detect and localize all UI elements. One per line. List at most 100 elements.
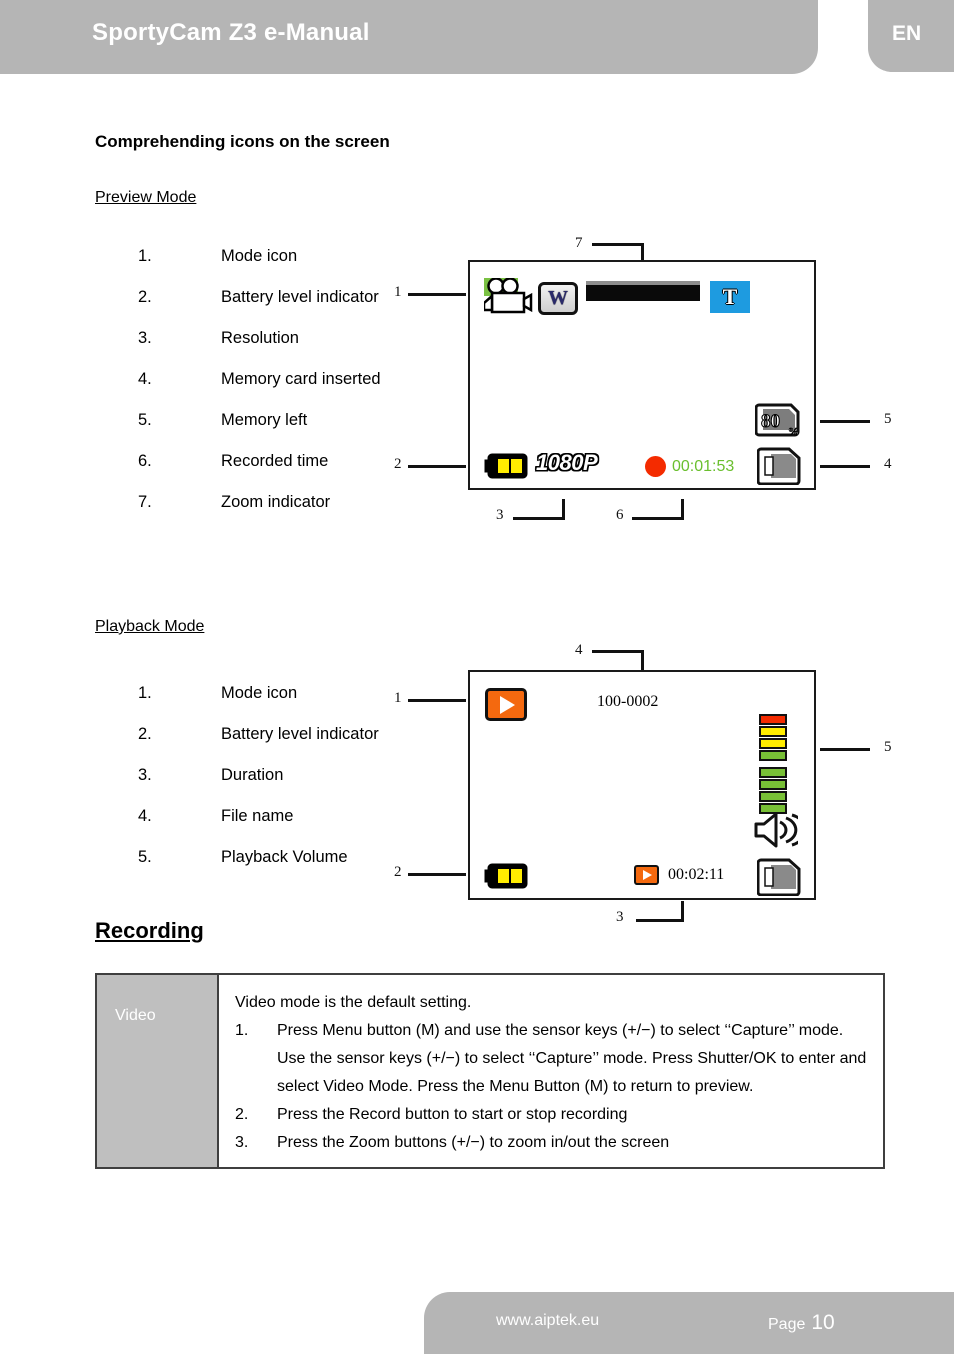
callout-leader-6-h [632, 517, 684, 520]
callout-leader-pb-2 [408, 873, 466, 876]
volume-segment [759, 738, 787, 749]
list-item-label: Memory left [221, 411, 308, 429]
zoom-bar-icon [586, 281, 700, 301]
page-title: SportyCam Z3 e-Manual [92, 19, 370, 46]
play-triangle-icon [643, 870, 652, 880]
table-step-item: 3. Press the Zoom buttons (+/−) to zoom … [235, 1129, 867, 1157]
step-text: Press the Record button to start or stop… [277, 1106, 628, 1123]
list-item-label: Resolution [221, 329, 299, 347]
callout-leader-pb-5-h [820, 748, 870, 751]
footer-page-number: 10 [811, 1311, 835, 1334]
recording-table: Video Video mode is the default setting.… [95, 973, 885, 1169]
callout-number-pb-5: 5 [884, 739, 892, 755]
list-item-number: 2. [138, 725, 152, 743]
callout-leader-4-h [820, 465, 870, 468]
playback-mode-screen: 100-0002 00:02:11 [468, 670, 816, 900]
callout-leader-pb-4-v [641, 650, 644, 670]
sd-card-icon [756, 447, 801, 486]
list-item-number: 1. [138, 684, 152, 702]
list-item-number: 6. [138, 452, 152, 470]
list-item-number: 3. [138, 766, 152, 784]
callout-leader-1 [408, 293, 466, 296]
callout-number-7: 7 [575, 235, 583, 251]
footer-page-label: Page [768, 1316, 806, 1333]
table-step-item: 2. Press the Record button to start or s… [235, 1101, 867, 1129]
camcorder-icon [482, 277, 533, 318]
callout-leader-2 [408, 465, 466, 468]
record-dot-icon [645, 456, 666, 477]
list-item-label: File name [221, 807, 294, 825]
list-item-label: Mode icon [221, 684, 298, 702]
callout-leader-pb-3-v [681, 901, 684, 922]
list-item-label: Playback Volume [221, 848, 348, 866]
callout-number-1: 1 [394, 284, 402, 300]
list-item-number: 3. [138, 329, 152, 347]
step-number: 3. [235, 1134, 249, 1151]
callout-number-6: 6 [616, 507, 624, 523]
volume-segment [759, 767, 787, 778]
list-item: 3. Duration [138, 766, 468, 807]
callout-leader-pb-3-h [636, 919, 684, 922]
preview-mode-heading: Preview Mode [95, 189, 197, 206]
list-item-label: Memory card inserted [221, 370, 381, 388]
callout-leader-3-v [562, 499, 565, 520]
callout-leader-7-h [592, 243, 644, 246]
language-tab[interactable]: EN [868, 0, 954, 72]
list-item-number: 5. [138, 411, 152, 429]
callout-leader-pb-4-h [592, 650, 644, 653]
play-triangle-icon [500, 695, 515, 714]
list-item: 5. Memory left [138, 411, 468, 452]
volume-bars-icon [759, 714, 787, 815]
callout-number-pb-1: 1 [394, 690, 402, 706]
callout-number-pb-2: 2 [394, 864, 402, 880]
list-item-label: Battery level indicator [221, 288, 379, 306]
step-number: 1. [235, 1022, 249, 1039]
table-intro-text: Video mode is the default setting. [235, 994, 472, 1011]
list-item: 7. Zoom indicator [138, 493, 468, 534]
svg-text:%: % [788, 426, 799, 438]
volume-segment [759, 791, 787, 802]
volume-segment [759, 750, 787, 761]
list-item-number: 4. [138, 370, 152, 388]
list-item: 2. Battery level indicator [138, 725, 468, 766]
list-item: 5. Playback Volume [138, 848, 468, 889]
list-item: 1. Mode icon [138, 684, 468, 725]
step-number: 2. [235, 1106, 249, 1123]
callout-leader-5-h [820, 420, 870, 423]
table-row-label: Video [115, 1007, 156, 1024]
page-footer: www.aiptek.eu Page 10 [424, 1292, 954, 1354]
wide-zoom-icon: W [538, 282, 578, 315]
section-title: Comprehending icons on the screen [95, 132, 390, 151]
battery-icon [484, 863, 530, 889]
list-item-number: 7. [138, 493, 152, 511]
footer-website: www.aiptek.eu [496, 1312, 600, 1329]
callout-leader-pb-1 [408, 699, 466, 702]
list-item-label: Battery level indicator [221, 725, 379, 743]
page-header: SportyCam Z3 e-Manual EN [0, 0, 954, 78]
recording-heading: Recording [95, 918, 204, 943]
list-item: 4. Memory card inserted [138, 370, 468, 411]
preview-mode-screen: W T 80 % 1080P 00:01:53 [468, 260, 816, 490]
list-item-number: 5. [138, 848, 152, 866]
list-item-label: Mode icon [221, 247, 298, 265]
svg-text:80: 80 [761, 411, 780, 432]
list-item: 3. Resolution [138, 329, 468, 370]
list-item: 4. File name [138, 807, 468, 848]
battery-icon [484, 453, 530, 479]
tele-zoom-icon: T [710, 281, 750, 313]
sd-card-icon [756, 858, 801, 897]
recorded-time-label: 00:01:53 [672, 458, 735, 475]
playback-mode-list: 1. Mode icon 2. Battery level indicator … [138, 684, 468, 889]
list-item-number: 4. [138, 807, 152, 825]
table-row-label-cell: Video [97, 975, 219, 1167]
step-text: Press Menu button (M) and use the sensor… [277, 1022, 867, 1095]
callout-number-pb-3: 3 [616, 909, 624, 925]
table-steps-list: 1. Press Menu button (M) and use the sen… [235, 1017, 867, 1157]
preview-mode-list: 1. Mode icon 2. Battery level indicator … [138, 247, 468, 534]
list-item-label: Duration [221, 766, 284, 784]
list-item-label: Zoom indicator [221, 493, 331, 511]
table-row-body-cell: Video mode is the default setting. 1. Pr… [219, 975, 883, 1167]
list-item: 6. Recorded time [138, 452, 468, 493]
footer-page: Page 10 [768, 1311, 835, 1335]
file-name-label: 100-0002 [597, 693, 659, 710]
